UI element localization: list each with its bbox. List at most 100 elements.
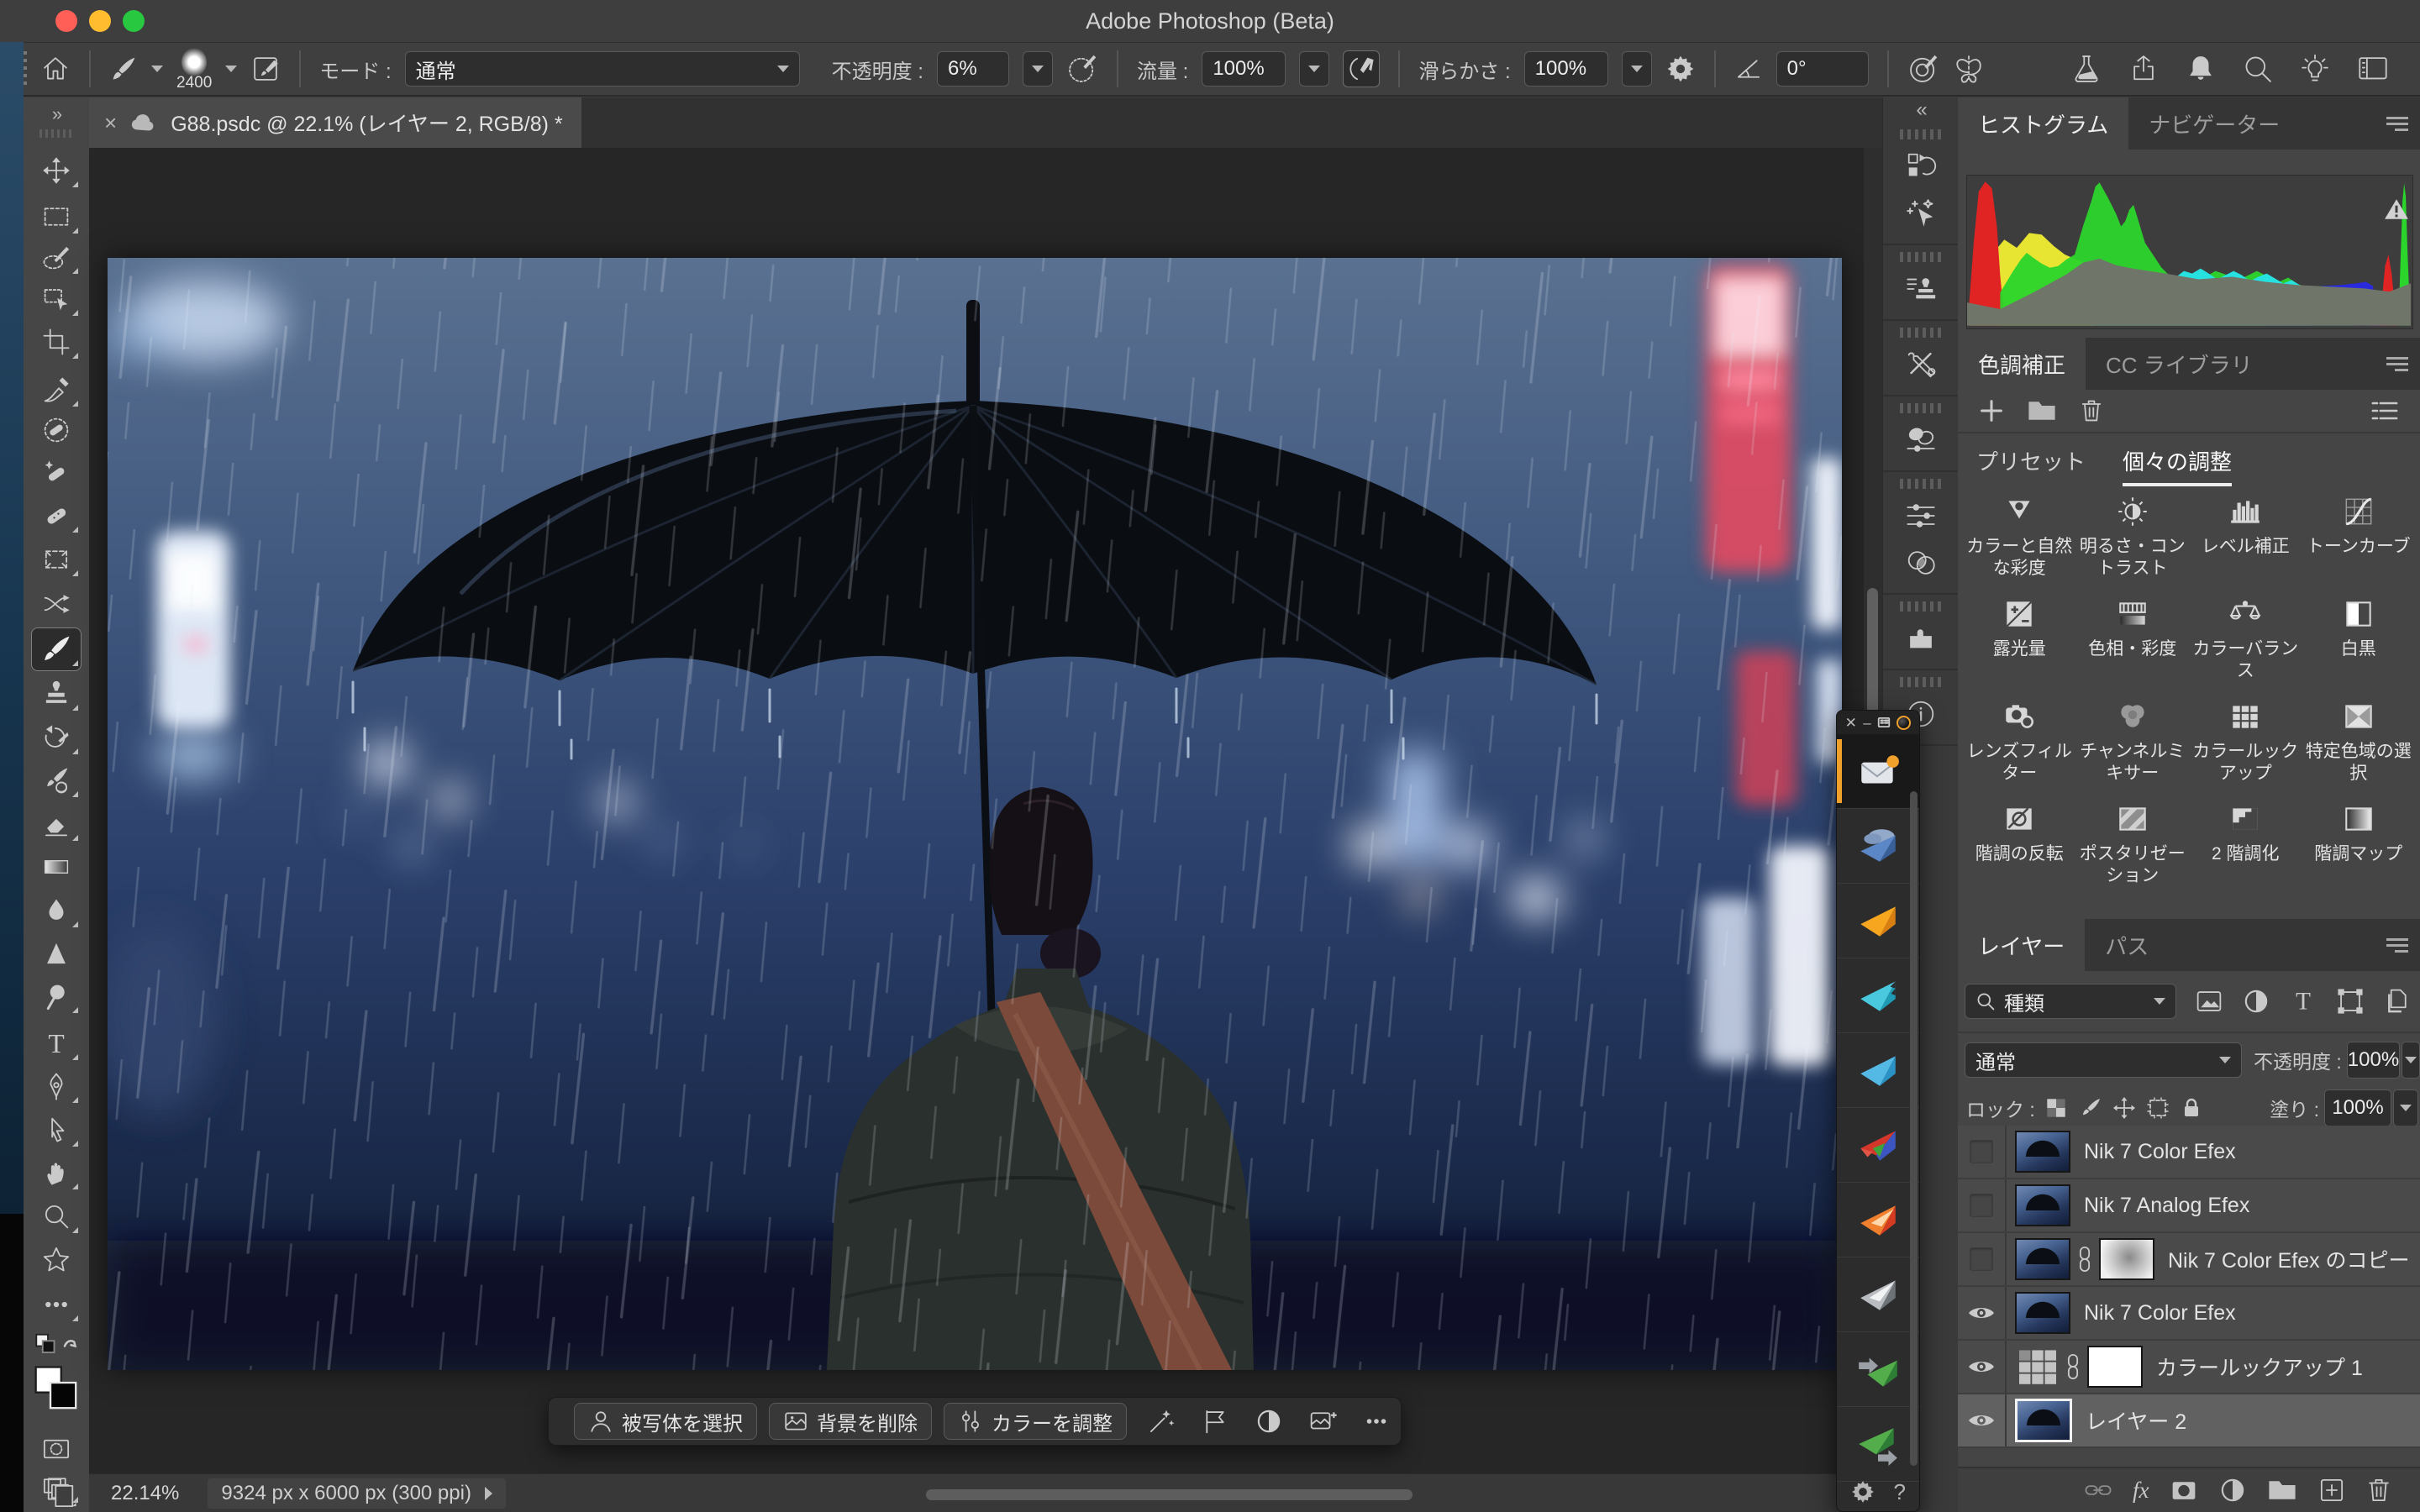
flow-caret[interactable]	[1299, 51, 1329, 87]
adjustment-posterize[interactable]: ポスタリゼーション	[2076, 800, 2190, 887]
adjustment-selective-color[interactable]: 特定色域の選択	[2302, 697, 2416, 785]
layer-fill-input[interactable]: 100%	[2324, 1089, 2391, 1126]
add-image-icon[interactable]	[1308, 1407, 1337, 1436]
tools-grip[interactable]	[32, 126, 81, 141]
adjustment-black-white[interactable]: 白黒	[2302, 595, 2416, 682]
adjustment-color-balance[interactable]: カラーバランス	[2189, 595, 2302, 682]
move-tool[interactable]	[32, 150, 81, 192]
visibility-toggle[interactable]	[1958, 1233, 2007, 1285]
dock-grip[interactable]	[1900, 479, 1941, 489]
nik-perspective-efex-item[interactable]	[1837, 1183, 1919, 1257]
nik-hdr-efex-item[interactable]	[1837, 1108, 1919, 1183]
layer-row[interactable]: Nik 7 Color Efex	[1958, 1126, 2420, 1179]
filter-adjustment-layers-icon[interactable]	[2242, 987, 2270, 1016]
histogram-panel-menu-icon[interactable]	[2386, 113, 2408, 134]
search-icon[interactable]	[2242, 53, 2274, 85]
list-view-icon[interactable]	[2370, 396, 2400, 426]
layer-row[interactable]: Nik 7 Analog Efex	[1958, 1179, 2420, 1233]
history-brush-tool[interactable]	[32, 717, 81, 759]
layer-fill-caret[interactable]	[2393, 1089, 2418, 1126]
properties-panel-icon[interactable]	[1883, 492, 1958, 539]
adjustment-invert[interactable]: 階調の反転	[1963, 800, 2076, 887]
flag-icon[interactable]	[1201, 1407, 1229, 1436]
nik-analog-efex-item[interactable]	[1837, 958, 1919, 1033]
quick-actions-panel-icon[interactable]	[1883, 190, 1958, 237]
plugins-panel-icon[interactable]	[1883, 615, 1958, 662]
adjust-color-button[interactable]: カラーを調整	[944, 1403, 1127, 1440]
symmetry-butterfly-icon[interactable]	[1953, 53, 1985, 85]
minimize-panel-icon[interactable]: –	[1863, 716, 1870, 730]
object-selection-tool[interactable]	[32, 278, 81, 320]
edit-toolbar-button[interactable]	[32, 1284, 81, 1326]
foreground-background-colors[interactable]	[32, 1359, 81, 1418]
nik-viveza-item[interactable]	[1837, 1033, 1919, 1108]
brush-settings-panel-icon[interactable]	[1883, 417, 1958, 464]
adjustment-brightness-contrast[interactable]: 明るさ・コントラスト	[2076, 492, 2190, 580]
layer-filter-select[interactable]: 種類	[1965, 984, 2176, 1019]
layer-opacity-input[interactable]: 100%	[2347, 1042, 2400, 1079]
nik-dfine-item[interactable]	[1837, 809, 1919, 884]
history-panel-icon[interactable]	[1883, 143, 1958, 190]
mask-link-icon[interactable]	[2064, 1352, 2082, 1382]
dock-grip[interactable]	[1900, 328, 1941, 338]
spot-healing-brush-tool[interactable]	[32, 452, 81, 494]
adjustment-channel-mixer[interactable]: チャンネルミキサー	[2076, 697, 2190, 785]
crop-tool[interactable]	[32, 321, 81, 363]
layer-name[interactable]: Nik 7 Color Efex	[2084, 1140, 2236, 1164]
adjustment-levels[interactable]: レベル補正	[2189, 492, 2302, 580]
layer-name[interactable]: Nik 7 Color Efex のコピー	[2168, 1244, 2410, 1274]
adjustment-curves[interactable]: トーンカーブ	[2302, 492, 2416, 580]
smoothing-input[interactable]: 100%	[1524, 51, 1608, 87]
document-dimensions[interactable]: 9324 px x 6000 px (300 ppi)	[208, 1478, 506, 1509]
document-tab[interactable]: × G88.psdc @ 22.1% (レイヤー 2, RGB/8) *	[89, 97, 581, 148]
tab-paths[interactable]: パス	[2085, 919, 2169, 971]
layer-row[interactable]: Nik 7 Color Efex のコピー	[1958, 1233, 2420, 1287]
tab-layers[interactable]: レイヤー	[1958, 919, 2085, 971]
layer-mask-thumbnail[interactable]	[2087, 1346, 2143, 1388]
tool-options-panel-icon[interactable]	[1883, 341, 1958, 388]
brush-preset-picker[interactable]: 2400	[176, 48, 212, 91]
pressure-opacity-icon[interactable]	[1066, 53, 1098, 85]
filter-shape-layers-icon[interactable]	[2336, 987, 2365, 1016]
layer-thumbnail[interactable]	[2015, 1399, 2072, 1442]
add-mask-icon[interactable]	[2170, 1476, 2198, 1504]
lock-pixels-brush-icon[interactable]	[2079, 1096, 2102, 1120]
adjustment-gradient-map[interactable]: 階調マップ	[2302, 800, 2416, 887]
adjustment-hue-saturation[interactable]: 色相・彩度	[2076, 595, 2190, 682]
gradient-tool[interactable]	[32, 846, 81, 888]
collapse-panels-icon[interactable]: «	[1883, 97, 1958, 123]
clone-stamp-tool[interactable]	[32, 673, 81, 715]
home-button[interactable]	[40, 54, 71, 84]
filter-type-layers-icon[interactable]: T	[2289, 987, 2317, 1016]
dock-grip[interactable]	[1900, 677, 1941, 687]
adjustment-photo-filter[interactable]: レンズフィルター	[1963, 697, 2076, 785]
workspace-switcher-icon[interactable]	[2356, 52, 2390, 86]
marquee-tool[interactable]	[32, 196, 81, 238]
layer-thumbnail[interactable]	[2015, 1131, 2070, 1173]
dodge-tool[interactable]	[32, 975, 81, 1017]
remove-background-button[interactable]: 背景を削除	[769, 1403, 932, 1440]
remove-tool[interactable]	[32, 409, 81, 451]
smoothing-options-gear-icon[interactable]	[1665, 54, 1696, 84]
dock-grip[interactable]	[1900, 403, 1941, 413]
subtab-individual[interactable]: 個々の調整	[2123, 445, 2232, 476]
nik-presharpener-item[interactable]	[1837, 1332, 1919, 1407]
opacity-input[interactable]: 6%	[937, 51, 1009, 87]
adjustments-panel-menu-icon[interactable]	[2386, 354, 2408, 375]
new-group-icon[interactable]	[2267, 1476, 2297, 1504]
filter-smart-object-layers-icon[interactable]	[2383, 987, 2412, 1016]
zoom-percentage[interactable]: 22.14%	[111, 1482, 179, 1505]
adjustment-threshold[interactable]: 2 階調化	[2189, 800, 2302, 887]
brush-preset-icon[interactable]	[109, 55, 138, 83]
parallel-documents-icon[interactable]	[44, 1475, 77, 1509]
layer-thumbnail[interactable]	[2015, 1238, 2070, 1280]
add-adjustment-icon[interactable]	[1978, 397, 2005, 424]
layer-mask-thumbnail[interactable]	[2099, 1238, 2154, 1280]
nik-panel-scrollbar[interactable]	[1910, 791, 1918, 1466]
direct-selection-tool[interactable]	[32, 1109, 81, 1151]
toggle-brush-settings-button[interactable]	[250, 54, 281, 84]
select-subject-button[interactable]: 被写体を選択	[574, 1403, 757, 1440]
clone-source-panel-icon[interactable]	[1883, 265, 1958, 312]
brush-picker-caret[interactable]	[225, 66, 237, 72]
layer-name[interactable]: Nik 7 Analog Efex	[2084, 1194, 2249, 1218]
